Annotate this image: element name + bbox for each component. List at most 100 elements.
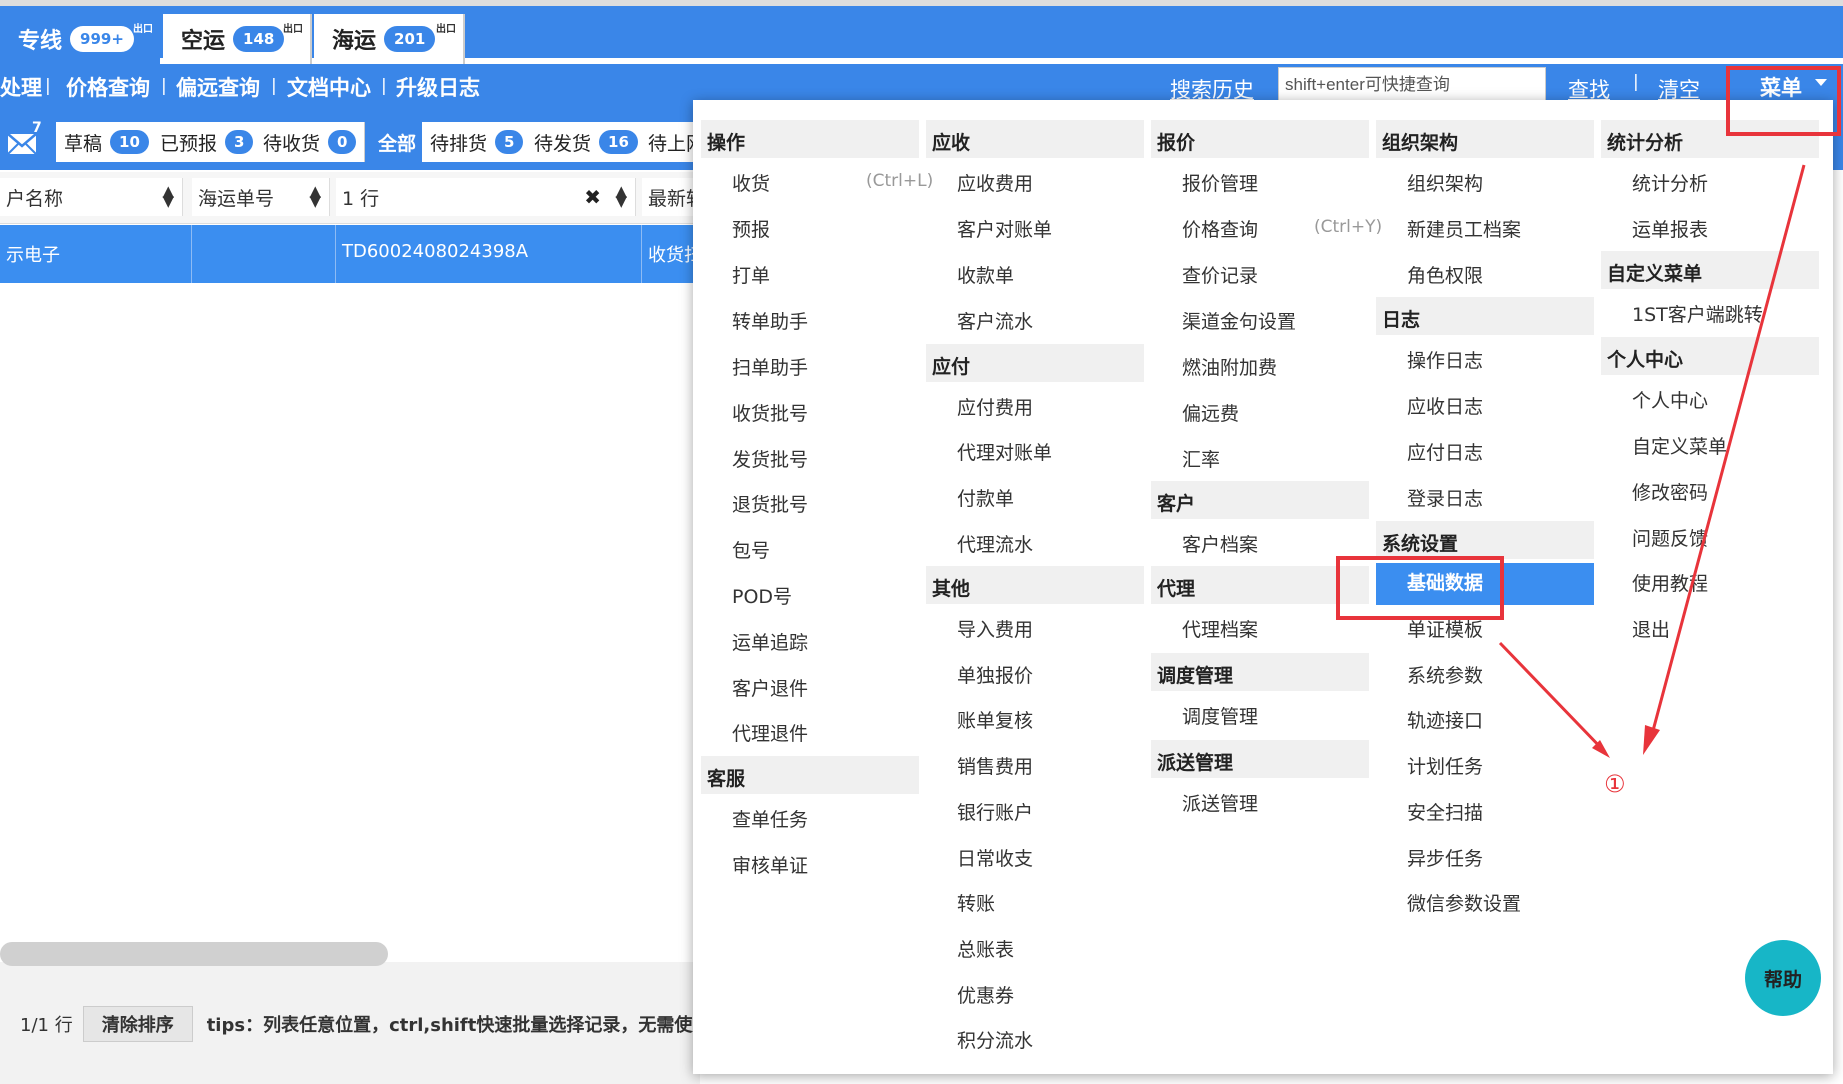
menu-item[interactable]: 优惠券 [926,981,1014,1011]
menu-item[interactable]: 销售费用 [926,752,1033,782]
menu-item[interactable]: 运单追踪 [701,628,808,658]
nav-link-docs[interactable]: 文档中心 [287,72,371,102]
menu-item[interactable]: 新建员工档案 [1376,215,1521,245]
nav-separator: | [1633,72,1639,92]
menu-item[interactable]: 应付费用 [926,393,1033,423]
menu-item[interactable]: POD号 [701,582,792,612]
menu-item[interactable]: 个人中心 [1601,386,1708,416]
menu-item[interactable]: 积分流水 [926,1026,1033,1056]
menu-item[interactable]: 操作日志 [1376,346,1483,376]
menu-item[interactable]: 扫单助手 [701,353,808,383]
nav-link-changelog[interactable]: 升级日志 [396,72,480,102]
menu-item[interactable]: 代理流水 [926,530,1033,560]
menu-item[interactable]: 调度管理 [1151,702,1258,732]
menu-item[interactable]: 代理对账单 [926,438,1052,468]
menu-item[interactable]: 发货批号 [701,445,808,475]
menu-item[interactable]: 修改密码 [1601,478,1708,508]
menu-item[interactable]: 付款单 [926,484,1014,514]
menu-item[interactable]: 转账 [926,889,995,919]
menu-item[interactable]: 1ST客户端跳转 [1601,300,1763,330]
menu-item[interactable]: 客户档案 [1151,530,1258,560]
menu-item[interactable]: 统计分析 [1601,169,1708,199]
menu-item[interactable]: 使用教程 [1601,569,1708,599]
tab-pending-ship[interactable]: 待发货 16 [526,122,647,162]
menu-item[interactable]: 客户流水 [926,307,1033,337]
menu-item[interactable]: 导入费用 [926,615,1033,645]
menu-item[interactable]: 日常收支 [926,844,1033,874]
menu-item[interactable]: 轨迹接口 [1376,706,1483,736]
clear-sort-button[interactable]: 清除排序 [82,1006,193,1042]
tab-pending-arrange[interactable]: 待排货 5 [422,122,533,162]
menu-item[interactable]: 微信参数设置 [1376,889,1521,919]
menu-item[interactable]: 计划任务 [1376,752,1483,782]
column-header-sea-no[interactable]: 海运单号 ▲ ▼ [192,178,330,216]
column-header-latest[interactable]: 最新轨 [642,178,700,216]
menu-item[interactable]: 总账表 [926,935,1014,965]
menu-item[interactable]: 单独报价 [926,661,1033,691]
sort-icon[interactable]: ▲ ▼ [615,184,627,209]
menu-item[interactable]: 查单任务 [701,805,808,835]
menu-item[interactable]: 代理档案 [1151,615,1258,645]
sort-icon[interactable]: ▲ ▼ [162,184,174,209]
menu-item[interactable]: 收货批号 [701,399,808,429]
menu-item[interactable]: 派送管理 [1151,789,1258,819]
menu-item[interactable]: 银行账户 [926,798,1033,828]
menu-item[interactable]: 应收费用 [926,169,1033,199]
menu-item[interactable]: 问题反馈 [1601,524,1708,554]
menu-item[interactable]: 系统参数 [1376,661,1483,691]
column-header-customer[interactable]: 户名称 ▲ ▼ [0,178,183,216]
menu-item[interactable]: 燃油附加费 [1151,353,1277,383]
menu-item[interactable]: 汇率 [1151,445,1220,475]
menu-item[interactable]: 审核单证 [701,851,808,881]
nav-separator: | [271,76,277,96]
menu-item[interactable]: 组织架构 [1376,169,1483,199]
close-icon[interactable]: ✖ [584,185,601,209]
table-row[interactable]: 示电子 TD6002408024398A 收货扫 [0,225,700,283]
menu-item[interactable]: 价格查询 [1151,215,1258,245]
tab-express[interactable]: 专线 999+ 出口 [0,14,160,64]
search-input[interactable] [1278,67,1546,103]
menu-item[interactable]: 客户对账单 [926,215,1052,245]
menu-item[interactable]: 转单助手 [701,307,808,337]
menu-item[interactable]: 收货 [701,169,770,199]
menu-section-other: 其他 [926,566,1144,604]
tab-air[interactable]: 空运 148 出口 [163,14,312,64]
tab-forecasted[interactable]: 已预报 3 [152,122,263,162]
nav-link-process[interactable]: 处理 [0,72,42,102]
menu-item[interactable]: 报价管理 [1151,169,1258,199]
tab-sea[interactable]: 海运 201 出口 [314,14,465,64]
menu-item[interactable]: 角色权限 [1376,261,1483,291]
menu-item[interactable]: 代理退件 [701,719,808,749]
help-button[interactable]: 帮助 [1745,940,1821,1016]
menu-item[interactable]: 安全扫描 [1376,798,1483,828]
menu-item[interactable]: 账单复核 [926,706,1033,736]
tips-text: tips：列表任意位置，ctrl,shift快速批量选择记录，无需使用选 [206,1015,729,1036]
menu-item[interactable]: 异步任务 [1376,844,1483,874]
menu-item[interactable]: 包号 [701,536,770,566]
menu-item[interactable]: 客户退件 [701,674,808,704]
nav-link-remote[interactable]: 偏远查询 [176,72,260,102]
tab-pending-receive[interactable]: 待收货 0 [255,122,366,162]
menu-item[interactable]: 退货批号 [701,490,808,520]
menu-item[interactable]: 运单报表 [1601,215,1708,245]
tab-pending-online[interactable]: 待上网 [640,122,700,162]
menu-item[interactable]: 收款单 [926,261,1014,291]
menu-item[interactable]: 登录日志 [1376,484,1483,514]
menu-item[interactable]: 退出 [1601,615,1670,645]
menu-item[interactable]: 自定义菜单 [1601,432,1727,462]
column-header-filter[interactable]: 1 行 ✖ ▲ ▼ [336,178,636,216]
tab-label: 待排货 [430,132,488,155]
menu-item[interactable]: 偏远费 [1151,399,1239,429]
nav-link-price[interactable]: 价格查询 [66,72,150,102]
menu-item[interactable]: 应收日志 [1376,392,1483,422]
tab-draft[interactable]: 草稿 10 [56,122,158,162]
menu-item[interactable]: 预报 [701,215,770,245]
menu-item[interactable]: 应付日志 [1376,438,1483,468]
menu-item[interactable]: 打单 [701,261,770,291]
sort-icon[interactable]: ▲ ▼ [309,184,321,209]
tab-label: 空运 [181,29,226,54]
menu-item[interactable]: 渠道金句设置 [1151,307,1296,337]
tab-all[interactable]: 全部 [370,122,426,162]
menu-item[interactable]: 查价记录 [1151,261,1258,291]
horizontal-scrollbar[interactable] [0,942,388,966]
